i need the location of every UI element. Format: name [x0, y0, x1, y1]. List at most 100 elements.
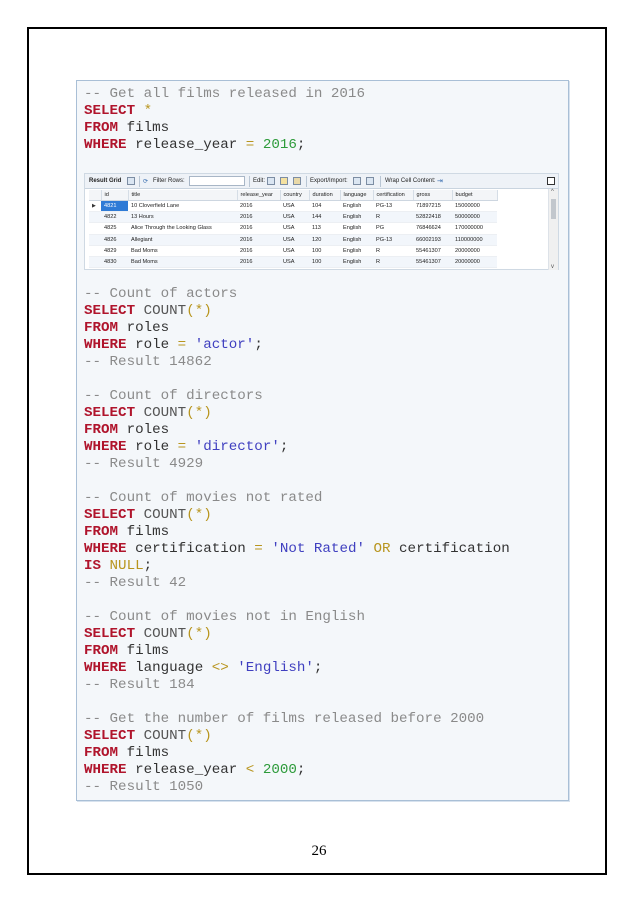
import-icon[interactable]: [366, 177, 374, 185]
query-4: -- Count of movies not rated SELECT COUN…: [84, 490, 510, 591]
table-cell[interactable]: 50000000: [452, 211, 497, 224]
table-cell[interactable]: Bad Moms: [128, 256, 237, 269]
keyword-from: FROM: [84, 120, 119, 136]
table-cell[interactable]: 4826: [101, 234, 128, 246]
table-cell[interactable]: 55461307: [413, 256, 452, 269]
table-cell[interactable]: 113: [309, 222, 340, 235]
table-cell[interactable]: 15000000: [452, 200, 497, 213]
table-cell[interactable]: English: [340, 200, 373, 213]
table-cell[interactable]: English: [340, 222, 373, 235]
table-cell[interactable]: 170000000: [452, 222, 497, 235]
delete-row-icon[interactable]: [293, 177, 301, 185]
table-cell[interactable]: 2016: [237, 200, 280, 213]
scroll-up-icon[interactable]: ^: [551, 189, 554, 195]
edit-icon[interactable]: [267, 177, 275, 185]
table-cell[interactable]: 2016: [237, 222, 280, 235]
column-header[interactable]: gross: [413, 190, 453, 201]
table-cell[interactable]: Allegiant: [128, 234, 237, 246]
table-cell[interactable]: English: [340, 256, 373, 269]
table-cell[interactable]: English: [340, 234, 373, 246]
table-row[interactable]: 4822 13 Hours 2016 USA 144 English R 528…: [89, 211, 497, 224]
keyword-from: FROM: [84, 643, 119, 659]
table-cell[interactable]: 4830: [101, 256, 128, 269]
filter-rows-input[interactable]: [189, 176, 245, 186]
table-cell[interactable]: 100: [309, 245, 340, 257]
table-cell[interactable]: USA: [280, 245, 309, 257]
row-marker: [89, 234, 101, 246]
table-cell[interactable]: 100: [309, 256, 340, 269]
table-cell[interactable]: PG-13: [373, 200, 413, 213]
table-cell[interactable]: 104: [309, 200, 340, 213]
table-cell[interactable]: 110000000: [452, 234, 497, 246]
keyword-or: OR: [373, 541, 391, 557]
scroll-thumb[interactable]: [551, 199, 556, 219]
table-cell[interactable]: 76846624: [413, 222, 452, 235]
table-cell[interactable]: 20000000: [452, 245, 497, 257]
column-name: release_year: [135, 762, 238, 778]
comment: -- Count of actors: [84, 286, 238, 302]
table-cell[interactable]: English: [340, 211, 373, 224]
add-row-icon[interactable]: [280, 177, 288, 185]
table-row[interactable]: 4830 Bad Moms 2016 USA 100 English R 554…: [89, 256, 497, 269]
table-cell[interactable]: USA: [280, 256, 309, 269]
table-cell[interactable]: USA: [280, 222, 309, 235]
column-header[interactable]: title: [128, 190, 238, 201]
column-header[interactable]: country: [280, 190, 310, 201]
keyword-from: FROM: [84, 745, 119, 761]
column-header[interactable]: budget: [452, 190, 498, 201]
table-cell[interactable]: 4829: [101, 245, 128, 257]
panel-toggle-icon[interactable]: [547, 177, 555, 185]
column-header[interactable]: release_year: [237, 190, 281, 201]
table-cell[interactable]: USA: [280, 234, 309, 246]
star: *: [194, 405, 204, 421]
column-header[interactable]: duration: [309, 190, 341, 201]
table-cell[interactable]: 71897215: [413, 200, 452, 213]
table-cell[interactable]: 66002193: [413, 234, 452, 246]
grid-icon[interactable]: [127, 177, 135, 185]
wrap-cell-icon[interactable]: ⇥: [437, 177, 443, 185]
table-cell[interactable]: 55461307: [413, 245, 452, 257]
table-cell[interactable]: Bad Moms: [128, 245, 237, 257]
table-cell[interactable]: 10 Cloverfield Lane: [128, 200, 237, 213]
comment: -- Count of movies not in English: [84, 609, 365, 625]
column-header[interactable]: language: [340, 190, 374, 201]
table-cell[interactable]: 52822418: [413, 211, 452, 224]
comment: -- Get the number of films released befo…: [84, 711, 485, 727]
table-cell[interactable]: 2016: [237, 234, 280, 246]
vertical-scrollbar[interactable]: ^ v: [548, 189, 558, 270]
table-cell[interactable]: 20000000: [452, 256, 497, 269]
scroll-down-icon[interactable]: v: [551, 264, 554, 270]
export-icon[interactable]: [353, 177, 361, 185]
result-grid-tab[interactable]: Result Grid: [89, 178, 121, 184]
table-cell[interactable]: 2016: [237, 245, 280, 257]
table-row[interactable]: 4825 Alice Through the Looking Glass 201…: [89, 222, 497, 235]
table-cell[interactable]: R: [373, 256, 413, 269]
table-cell[interactable]: R: [373, 211, 413, 224]
table-cell[interactable]: Alice Through the Looking Glass: [128, 222, 237, 235]
table-cell[interactable]: PG-13: [373, 234, 413, 246]
table-cell[interactable]: English: [340, 245, 373, 257]
table-cell[interactable]: 13 Hours: [128, 211, 237, 224]
refresh-icon[interactable]: ⟳: [143, 178, 148, 185]
table-cell[interactable]: 2016: [237, 256, 280, 269]
table-cell[interactable]: 120: [309, 234, 340, 246]
table-cell[interactable]: 2016: [237, 211, 280, 224]
query-2: -- Count of actors SELECT COUNT(*) FROM …: [84, 286, 263, 370]
table-cell[interactable]: 4821: [101, 200, 128, 213]
table-cell[interactable]: R: [373, 245, 413, 257]
table-row[interactable]: ▶ 4821 10 Cloverfield Lane 2016 USA 104 …: [89, 200, 497, 213]
table-row[interactable]: 4826 Allegiant 2016 USA 120 English PG-1…: [89, 234, 497, 246]
result-comment: -- Result 14862: [84, 354, 212, 370]
table-row[interactable]: 4829 Bad Moms 2016 USA 100 English R 554…: [89, 245, 497, 257]
query-3: -- Count of directors SELECT COUNT(*) FR…: [84, 388, 289, 472]
table-cell[interactable]: 4822: [101, 211, 128, 224]
table-cell[interactable]: USA: [280, 211, 309, 224]
toolbar-separator: [380, 176, 381, 187]
table-cell[interactable]: USA: [280, 200, 309, 213]
column-header[interactable]: id: [101, 190, 129, 201]
table-cell[interactable]: PG: [373, 222, 413, 235]
table-cell[interactable]: 4825: [101, 222, 128, 235]
keyword-select: SELECT: [84, 626, 136, 642]
table-cell[interactable]: 144: [309, 211, 340, 224]
column-header[interactable]: certification: [373, 190, 414, 201]
